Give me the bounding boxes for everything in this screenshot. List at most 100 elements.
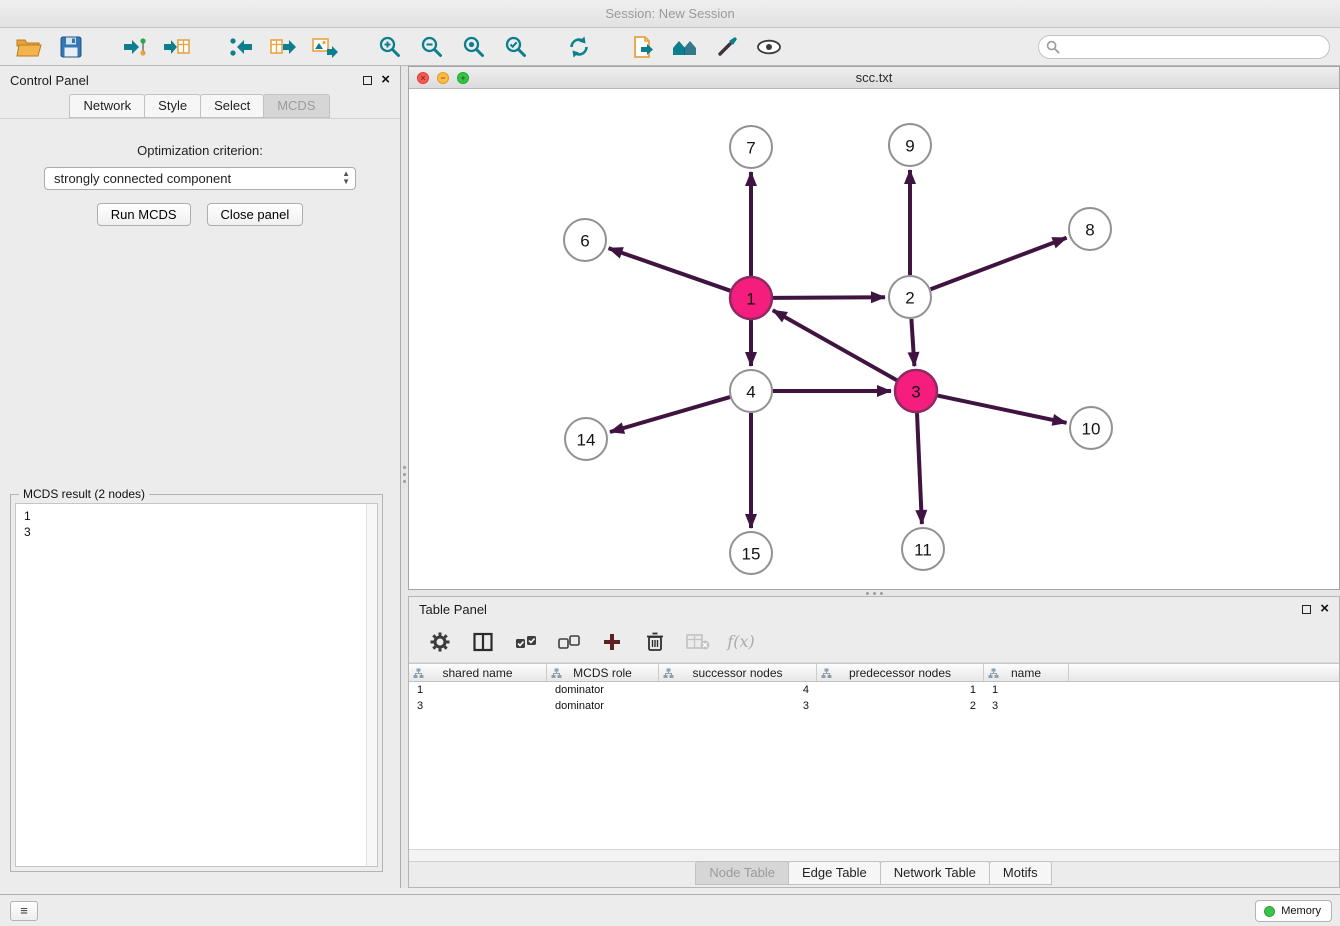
graph-node-8[interactable]: 8 — [1069, 208, 1111, 250]
column-layout-button[interactable] — [470, 629, 496, 655]
zoom-in-button[interactable] — [370, 32, 408, 62]
column-header-successor-nodes[interactable]: successor nodes — [659, 664, 817, 681]
column-header-mcds-role[interactable]: MCDS role — [547, 664, 659, 681]
close-panel-icon[interactable]: × — [381, 74, 390, 86]
window-close-icon[interactable]: × — [417, 72, 429, 84]
column-type-icon — [551, 668, 562, 679]
graph-edge-2-8[interactable] — [931, 238, 1067, 289]
paint-style-button[interactable] — [708, 32, 746, 62]
close-panel-icon[interactable]: × — [1320, 603, 1329, 615]
delete-table-button[interactable] — [685, 629, 711, 655]
graph-edge-2-3[interactable] — [911, 319, 914, 366]
function-builder-button[interactable]: f(x) — [728, 629, 754, 655]
graph-node-9[interactable]: 9 — [889, 124, 931, 166]
window-minimize-icon[interactable]: − — [437, 72, 449, 84]
graph-node-1[interactable]: 1 — [730, 277, 772, 319]
column-header-predecessor-nodes[interactable]: predecessor nodes — [817, 664, 984, 681]
select-all-columns-button[interactable] — [513, 629, 539, 655]
tab-network[interactable]: Network — [69, 94, 145, 118]
graph-edge-4-14[interactable] — [610, 397, 730, 432]
memory-label: Memory — [1281, 905, 1321, 917]
table-panel-title: Table Panel — [419, 602, 487, 617]
cell-shared-name[interactable]: 3 — [409, 698, 547, 714]
open-session-button[interactable] — [10, 32, 48, 62]
graph-node-11[interactable]: 11 — [902, 528, 944, 570]
search-input[interactable] — [1038, 35, 1330, 59]
float-panel-icon[interactable] — [1302, 605, 1311, 614]
svg-text:2: 2 — [905, 289, 914, 308]
splitter-handle[interactable] — [866, 592, 892, 595]
graph-node-7[interactable]: 7 — [730, 126, 772, 168]
tab-style[interactable]: Style — [144, 94, 201, 118]
table-settings-button[interactable] — [427, 629, 453, 655]
splitter-handle[interactable] — [403, 466, 406, 492]
panel-splitter-vertical[interactable] — [401, 66, 408, 888]
graph-edge-1-2[interactable] — [773, 297, 885, 298]
cell-mcds-role[interactable]: dominator — [547, 682, 659, 698]
show-hide-button[interactable] — [750, 32, 788, 62]
float-panel-icon[interactable] — [363, 76, 372, 85]
svg-text:3: 3 — [911, 383, 920, 402]
zoom-out-button[interactable] — [412, 32, 450, 62]
zoom-selected-button[interactable] — [496, 32, 534, 62]
run-mcds-button[interactable]: Run MCDS — [97, 203, 191, 226]
optimization-select[interactable]: strongly connected component ▲▼ — [44, 167, 356, 190]
table-horizontal-scrollbar[interactable] — [409, 849, 1339, 861]
delete-column-button[interactable] — [642, 629, 668, 655]
network-canvas[interactable]: 7 9 6 8 1 2 4 3 14 10 15 11 — [409, 89, 1339, 589]
application-window: Session: New Session — [0, 0, 1340, 926]
export-table-button[interactable] — [264, 32, 302, 62]
graph-node-10[interactable]: 10 — [1070, 407, 1112, 449]
graph-node-14[interactable]: 14 — [565, 418, 607, 460]
cell-mcds-role[interactable]: dominator — [547, 698, 659, 714]
tab-select[interactable]: Select — [200, 94, 264, 118]
export-network-button[interactable] — [222, 32, 260, 62]
network-window-titlebar[interactable]: × − + scc.txt — [409, 67, 1339, 89]
network-graph[interactable]: 7 9 6 8 1 2 4 3 14 10 15 11 — [409, 89, 1339, 589]
graph-node-4[interactable]: 4 — [730, 370, 772, 412]
columns-icon — [473, 632, 493, 652]
tab-node-table[interactable]: Node Table — [695, 861, 789, 885]
graph-edge-3-1[interactable] — [773, 310, 897, 380]
tab-mcds[interactable]: MCDS — [263, 94, 329, 118]
table-row[interactable]: 3 dominator 3 2 3 — [409, 698, 1339, 714]
cell-name[interactable]: 1 — [984, 682, 1069, 698]
refresh-layout-button[interactable] — [560, 32, 598, 62]
column-header-name[interactable]: name — [984, 664, 1069, 681]
cell-successor-nodes[interactable]: 3 — [659, 698, 817, 714]
network-overview-button[interactable] — [666, 32, 704, 62]
cell-predecessor-nodes[interactable]: 2 — [817, 698, 984, 714]
graph-node-3[interactable]: 3 — [895, 370, 937, 412]
cell-filler — [1069, 698, 1339, 714]
cell-shared-name[interactable]: 1 — [409, 682, 547, 698]
network-window-title: scc.txt — [409, 67, 1339, 88]
save-session-button[interactable] — [52, 32, 90, 62]
cell-predecessor-nodes[interactable]: 1 — [817, 682, 984, 698]
export-document-button[interactable] — [624, 32, 662, 62]
zoom-fit-button[interactable] — [454, 32, 492, 62]
table-row[interactable]: 1 dominator 4 1 1 — [409, 682, 1339, 698]
graph-edge-1-6[interactable] — [609, 248, 731, 291]
tab-network-table[interactable]: Network Table — [880, 861, 990, 885]
panel-menu-button[interactable]: ≡ — [10, 901, 38, 921]
import-table-button[interactable] — [158, 32, 196, 62]
tab-edge-table[interactable]: Edge Table — [788, 861, 881, 885]
result-scrollbar[interactable] — [366, 504, 377, 866]
create-column-button[interactable] — [599, 629, 625, 655]
cell-successor-nodes[interactable]: 4 — [659, 682, 817, 698]
close-panel-button[interactable]: Close panel — [207, 203, 304, 226]
import-network-button[interactable] — [116, 32, 154, 62]
window-zoom-icon[interactable]: + — [457, 72, 469, 84]
graph-node-6[interactable]: 6 — [564, 219, 606, 261]
mcds-result-box[interactable]: 1 3 — [15, 503, 378, 867]
graph-edge-3-11[interactable] — [917, 413, 922, 524]
cell-name[interactable]: 3 — [984, 698, 1069, 714]
graph-node-2[interactable]: 2 — [889, 276, 931, 318]
graph-edge-3-10[interactable] — [938, 396, 1067, 423]
column-header-shared-name[interactable]: shared name — [409, 664, 547, 681]
export-image-button[interactable] — [306, 32, 344, 62]
tab-motifs[interactable]: Motifs — [989, 861, 1052, 885]
graph-node-15[interactable]: 15 — [730, 532, 772, 574]
deselect-all-columns-button[interactable] — [556, 629, 582, 655]
memory-button[interactable]: Memory — [1255, 900, 1332, 922]
